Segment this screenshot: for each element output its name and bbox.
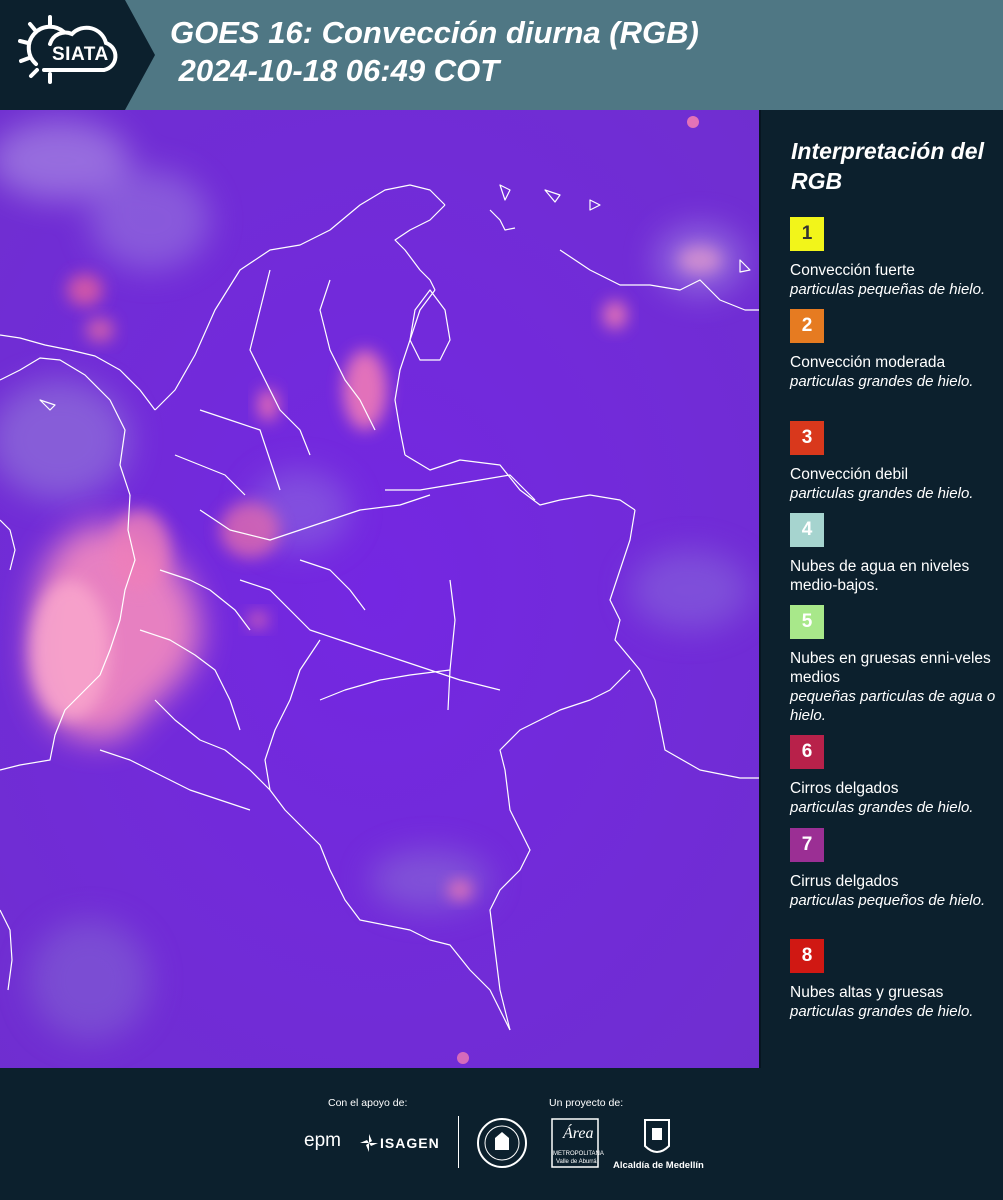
legend-number: 8: [801, 945, 813, 966]
legend-label: Convección moderada: [790, 354, 946, 371]
support-label: Con el apoyo de:: [328, 1097, 408, 1109]
satellite-map[interactable]: [0, 110, 759, 1068]
legend-sublabel: particulas grandes de hielo.: [790, 485, 974, 502]
legend-number: 5: [801, 611, 813, 632]
legend-item-4: 4 Nubes de agua en niveles medio-bajos.: [790, 513, 1000, 595]
legend-number: 3: [801, 427, 813, 448]
legend-label: Cirros delgados: [790, 780, 899, 797]
legend-item-2: 2 Convección moderada particulas grandes…: [790, 309, 1000, 391]
legend-sublabel: particulas grandes de hielo.: [790, 373, 974, 390]
legend-swatch: 8: [790, 939, 824, 973]
legend-item-8: 8 Nubes altas y gruesas particulas grand…: [790, 939, 1000, 1021]
legend-label: Cirrus delgados: [790, 873, 899, 890]
legend-title: Interpretación del RGB: [791, 138, 984, 194]
legend-swatch: 6: [790, 735, 824, 769]
legend-sublabel: particulas pequeños de hielo.: [790, 892, 986, 909]
legend-item-7: 7 Cirrus delgados particulas pequeños de…: [790, 828, 1000, 910]
project-label: Un proyecto de:: [549, 1097, 624, 1109]
footer-divider: [458, 1116, 459, 1168]
legend-swatch: 3: [790, 421, 824, 455]
legend-swatch: 5: [790, 605, 824, 639]
page-title: GOES 16: Convección diurna (RGB) 2024-10…: [170, 15, 699, 88]
legend-item-6: 6 Cirros delgados particulas grandes de …: [790, 735, 1000, 817]
area-logo-line1: METROPOLITANA: [553, 1151, 604, 1157]
university-seal-icon[interactable]: [477, 1118, 527, 1168]
legend-sublabel: particulas grandes de hielo.: [790, 1003, 974, 1020]
legend-item-1: 1 Convección fuerte particulas pequeñas …: [790, 217, 1000, 299]
legend-swatch: 2: [790, 309, 824, 343]
epm-logo[interactable]: epm: [304, 1130, 341, 1152]
siata-logo[interactable]: SIATA: [0, 0, 155, 110]
legend-number: 2: [801, 315, 813, 336]
legend-swatch: 7: [790, 828, 824, 862]
legend-panel: Interpretación del RGB 1 Convección fuer…: [759, 110, 1003, 1068]
legend-number: 1: [801, 223, 813, 244]
isagen-logo[interactable]: ISAGEN: [380, 1135, 440, 1151]
legend-label: Convección debil: [790, 466, 909, 483]
legend-number: 6: [801, 741, 813, 762]
isagen-icon: [360, 1134, 378, 1157]
legend-item-3: 3 Convección debil particulas grandes de…: [790, 421, 1000, 503]
legend-swatch: 4: [790, 513, 824, 547]
legend-sublabel: particulas pequeñas de hielo.: [790, 281, 986, 298]
header-bar: SIATA GOES 16: Convección diurna (RGB) 2…: [0, 0, 1003, 110]
footer: Con el apoyo de: Un proyecto de: epm ISA…: [0, 1068, 1003, 1200]
alcaldia-logo[interactable]: Alcaldía de Medellín: [613, 1160, 704, 1171]
legend-number: 4: [801, 519, 813, 540]
area-logo-script[interactable]: Área: [563, 1125, 594, 1143]
area-logo-line2: Valle de Aburrá: [556, 1159, 597, 1165]
logo-text: SIATA: [52, 44, 109, 65]
legend-label: Nubes de agua en niveles medio-bajos.: [790, 558, 970, 594]
legend-label: Convección fuerte: [790, 262, 915, 279]
legend-number: 7: [801, 834, 813, 855]
medellin-crest-icon: [644, 1119, 670, 1153]
legend-label: Nubes en gruesas enni-veles medios: [790, 650, 991, 686]
legend-item-5: 5 Nubes en gruesas enni-veles medios peq…: [790, 605, 1000, 725]
legend-swatch: 1: [790, 217, 824, 251]
legend-sublabel: pequeñas particulas de agua o hielo.: [790, 688, 996, 724]
map-image: [0, 110, 759, 1068]
legend-label: Nubes altas y gruesas: [790, 984, 944, 1001]
legend-sublabel: particulas grandes de hielo.: [790, 799, 974, 816]
